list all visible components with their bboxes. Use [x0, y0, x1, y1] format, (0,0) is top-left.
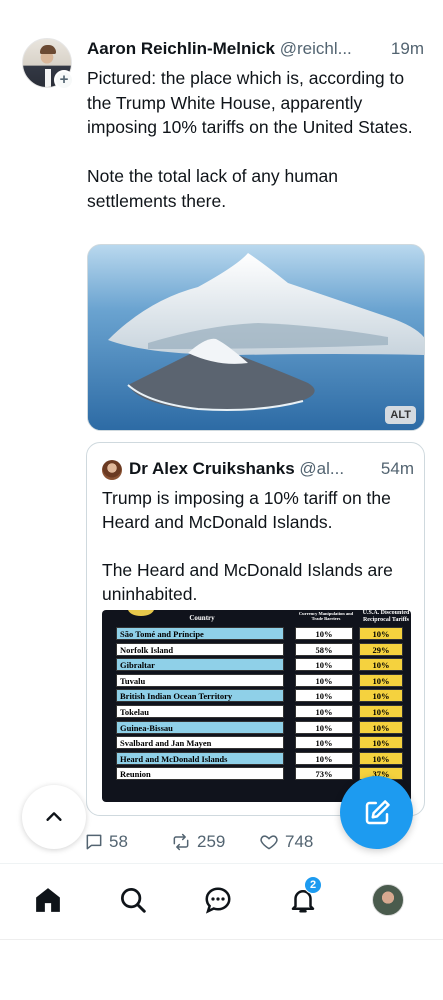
repost-count: 259 — [197, 832, 226, 851]
quoted-author-name: Dr Alex Cruikshanks — [129, 459, 295, 478]
tariff-currency-cell: 10% — [295, 751, 353, 765]
tariff-country-cell: Svalbard and Jan Mayen — [116, 736, 284, 750]
tariff-reciprocal-cell: 10% — [359, 658, 403, 672]
tariff-table-row: São Tomé and Príncipe 10% 10% — [102, 627, 411, 640]
post-actions: 58 259 748 — [84, 830, 364, 854]
tariff-table-row: Norfolk Island 58% 29% — [102, 642, 411, 656]
tariff-table-row: Tokelau 10% 10% — [102, 705, 411, 718]
search-icon — [121, 888, 146, 913]
tariff-currency-cell: 10% — [295, 705, 353, 718]
tariff-country-cell: Reunion — [116, 767, 284, 781]
nav-profile[interactable] — [368, 880, 408, 920]
quoted-post[interactable]: Dr Alex Cruikshanks @al... 54m Trump is … — [86, 442, 425, 816]
tariff-table-row: Heard and McDonald Islands 10% 10% — [102, 751, 411, 765]
nav-home[interactable] — [28, 880, 68, 920]
tariff-reciprocal-cell: 10% — [359, 736, 403, 750]
tariff-country-cell: Tuvalu — [116, 673, 284, 687]
scroll-to-top-button[interactable] — [22, 785, 86, 849]
tariff-reciprocal-cell: 10% — [359, 720, 403, 734]
tariff-table-image[interactable]: Country Currency Manipulation and Trade … — [102, 610, 411, 802]
tariff-reciprocal-cell: 10% — [359, 673, 403, 687]
quoted-post-text: Trump is imposing a 10% tariff on the He… — [102, 488, 393, 604]
quoted-author-avatar[interactable] — [102, 460, 122, 480]
table-header-currency: Currency Manipulation and Trade Barriers — [298, 611, 354, 621]
tariff-currency-cell: 10% — [295, 736, 353, 750]
compose-icon — [365, 799, 390, 824]
post-time[interactable]: 19m — [388, 39, 424, 59]
quoted-post-header: Dr Alex Cruikshanks @al... 54m — [129, 459, 414, 481]
author-name[interactable]: Aaron Reichlin-Melnick — [87, 39, 275, 58]
tariff-currency-cell: 73% — [295, 767, 353, 781]
bottom-nav: 2 — [0, 864, 443, 939]
chevron-up-icon — [46, 812, 62, 821]
tariff-currency-cell: 58% — [295, 642, 353, 656]
island-photo — [88, 245, 424, 430]
tariff-table-row: Svalbard and Jan Mayen 10% 10% — [102, 736, 411, 750]
tariff-reciprocal-cell: 10% — [359, 689, 403, 703]
repost-button[interactable]: 259 — [170, 830, 225, 854]
tariff-table-row: Gibraltar 10% 10% — [102, 658, 411, 672]
profile-avatar — [372, 884, 404, 916]
quoted-post-time: 54m — [378, 459, 414, 479]
tariff-country-cell: Tokelau — [116, 705, 284, 718]
like-button[interactable]: 748 — [258, 830, 313, 854]
post-media-image[interactable]: ALT — [87, 244, 425, 431]
quoted-author-handle: @al... — [299, 459, 345, 478]
tariff-country-cell: Heard and McDonald Islands — [116, 751, 284, 765]
tariff-country-cell: Guinea-Bissau — [116, 720, 284, 734]
table-header-country: Country — [189, 614, 215, 622]
grok-chat-icon — [205, 887, 231, 914]
tariff-country-cell: Gibraltar — [116, 658, 284, 672]
nav-messages[interactable] — [198, 880, 238, 920]
tariff-country-cell: British Indian Ocean Territory — [116, 689, 284, 703]
tariff-reciprocal-cell: 29% — [359, 642, 403, 656]
post-text: Pictured: the place which is, according … — [87, 68, 413, 211]
tariff-country-cell: São Tomé and Príncipe — [116, 627, 284, 640]
author-handle[interactable]: @reichl... — [280, 39, 352, 58]
tariff-table-row: British Indian Ocean Territory 10% 10% — [102, 689, 411, 703]
tariff-currency-cell: 10% — [295, 720, 353, 734]
notifications-badge: 2 — [304, 876, 322, 894]
tariff-currency-cell: 10% — [295, 658, 353, 672]
like-count: 748 — [285, 832, 314, 851]
home-icon — [36, 888, 60, 912]
tariff-currency-cell: 10% — [295, 689, 353, 703]
compose-button[interactable] — [340, 776, 413, 849]
tariff-table-row: Guinea-Bissau 10% 10% — [102, 720, 411, 734]
tariff-table-row: Tuvalu 10% 10% — [102, 673, 411, 687]
reply-icon — [86, 834, 102, 850]
author-avatar[interactable]: + — [22, 38, 74, 90]
tariff-reciprocal-cell: 10% — [359, 627, 403, 640]
bottom-area — [0, 940, 443, 1000]
repost-icon — [173, 833, 189, 851]
nav-notifications[interactable]: 2 — [283, 876, 323, 920]
seal-decoration — [128, 610, 154, 616]
post-header: Aaron Reichlin-Melnick @reichl... 19m — [87, 39, 432, 61]
tariff-country-cell: Norfolk Island — [116, 642, 284, 656]
tariff-reciprocal-cell: 10% — [359, 705, 403, 718]
table-header-reciprocal: U.S.A. Discounted Reciprocal Tariffs — [362, 610, 410, 623]
tariff-currency-cell: 10% — [295, 673, 353, 687]
reply-count: 58 — [109, 832, 128, 851]
tariff-reciprocal-cell: 10% — [359, 751, 403, 765]
follow-plus-icon[interactable]: + — [54, 70, 74, 90]
tariff-currency-cell: 10% — [295, 627, 353, 640]
reply-button[interactable]: 58 — [84, 830, 128, 854]
alt-text-badge[interactable]: ALT — [385, 406, 416, 424]
nav-search[interactable] — [113, 880, 153, 920]
like-icon — [260, 835, 278, 850]
